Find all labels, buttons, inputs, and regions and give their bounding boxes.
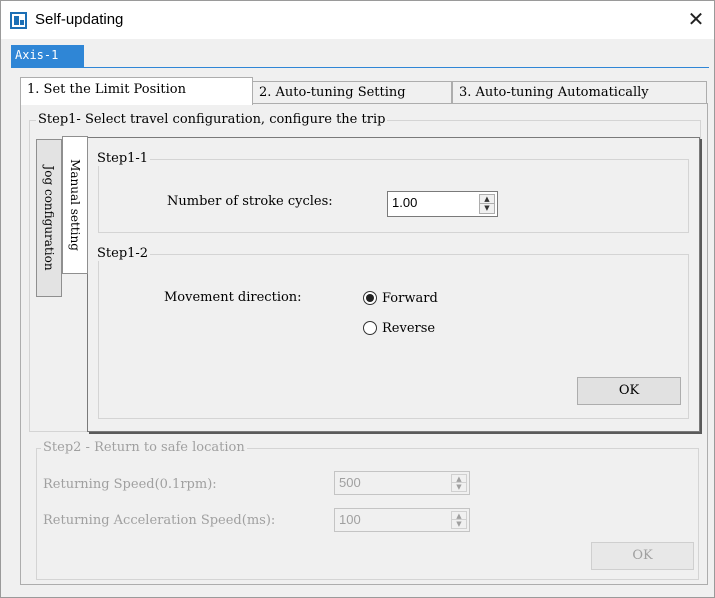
returning-acceleration-input[interactable]: 100 ▲ ▼ bbox=[334, 508, 470, 532]
window-title: Self-updating bbox=[35, 11, 124, 28]
tab-auto-tuning-automatically[interactable]: 3. Auto-tuning Automatically bbox=[452, 81, 707, 104]
close-icon[interactable]: ✕ bbox=[681, 7, 711, 33]
spin-down-icon[interactable]: ▼ bbox=[452, 520, 466, 528]
returning-speed-label: Returning Speed(0.1rpm): bbox=[43, 477, 217, 492]
returning-speed-value: 500 bbox=[339, 475, 361, 490]
stroke-cycles-label: Number of stroke cycles: bbox=[167, 194, 333, 209]
stroke-cycles-value: 1.00 bbox=[392, 195, 418, 210]
axis-tab[interactable]: Axis-1 bbox=[11, 45, 84, 67]
self-updating-window: Self-updating ✕ Axis-1 1. Set the Limit … bbox=[0, 0, 715, 598]
returning-speed-input[interactable]: 500 ▲ ▼ bbox=[334, 471, 470, 495]
spin-down-icon[interactable]: ▼ bbox=[480, 204, 494, 213]
step1-2-title: Step1-2 bbox=[95, 246, 151, 261]
side-tab-manual-label: Manual setting bbox=[68, 159, 82, 251]
step1-title: Step1- Select travel configuration, conf… bbox=[36, 112, 388, 127]
radio-reverse-label[interactable]: Reverse bbox=[382, 321, 435, 336]
side-tab-manual-setting[interactable]: Manual setting bbox=[62, 136, 88, 274]
returning-acceleration-label: Returning Acceleration Speed(ms): bbox=[43, 513, 276, 528]
radio-reverse[interactable] bbox=[363, 321, 377, 335]
spin-down-icon[interactable]: ▼ bbox=[452, 483, 466, 491]
axis-tab-underline bbox=[11, 67, 709, 68]
step2-ok-button[interactable]: OK bbox=[591, 542, 694, 570]
side-tab-jog-configuration[interactable]: Jog configuration bbox=[36, 139, 62, 297]
tab-set-limit-position[interactable]: 1. Set the Limit Position bbox=[20, 77, 253, 105]
returning-acceleration-value: 100 bbox=[339, 512, 361, 527]
movement-direction-label: Movement direction: bbox=[164, 290, 302, 305]
spin-arrows-icon[interactable]: ▲ ▼ bbox=[451, 511, 467, 529]
spin-up-icon[interactable]: ▲ bbox=[480, 195, 494, 204]
spin-arrows-icon[interactable]: ▲ ▼ bbox=[451, 474, 467, 492]
radio-forward[interactable] bbox=[363, 291, 377, 305]
stroke-cycles-input[interactable]: 1.00 ▲ ▼ bbox=[387, 191, 498, 217]
tab-auto-tuning-setting[interactable]: 2. Auto-tuning Setting bbox=[252, 81, 452, 104]
spin-arrows-icon[interactable]: ▲ ▼ bbox=[479, 194, 495, 214]
step1-1-title: Step1-1 bbox=[95, 151, 151, 166]
spin-up-icon[interactable]: ▲ bbox=[452, 475, 466, 483]
step1-ok-button[interactable]: OK bbox=[577, 377, 681, 405]
side-tab-jog-label: Jog configuration bbox=[42, 165, 56, 271]
step2-title: Step2 - Return to safe location bbox=[41, 440, 247, 455]
title-bar: Self-updating ✕ bbox=[1, 1, 714, 39]
app-window-icon bbox=[10, 12, 27, 29]
radio-forward-label[interactable]: Forward bbox=[382, 291, 438, 306]
spin-up-icon[interactable]: ▲ bbox=[452, 512, 466, 520]
